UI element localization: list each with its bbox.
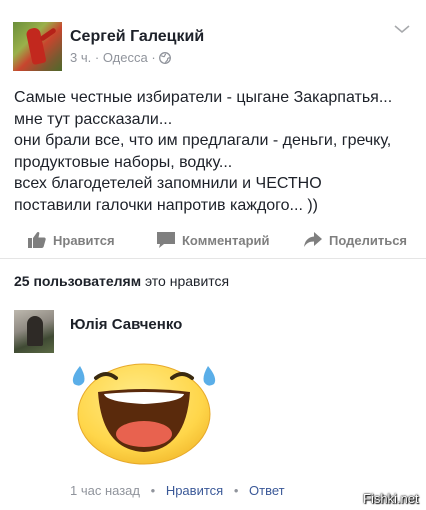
laughing-emoji-sticker [72,363,216,465]
share-arrow-icon [304,232,322,247]
globe-icon [159,52,172,64]
post-meta: 3 ч. · Одесса · [70,50,172,65]
meta-separator-2: · [151,50,156,65]
meta-dot: • [150,483,156,498]
commenter-name[interactable]: Юлія Савченко [70,316,182,333]
post-location[interactable]: Одесса [103,50,148,65]
post-text-line: мне тут рассказали... [14,110,173,128]
post-text-line: продуктовые наборы, водку... [14,153,233,171]
thumbs-up-icon [28,232,46,248]
watermark: Fishki.net [363,491,419,506]
post-header: Сергей Галецкий 3 ч. · Одесса · [0,0,426,80]
post-text-line: поставили галочки напротив каждого... )) [14,196,318,214]
likes-count: 25 пользователям [14,273,142,289]
comment-meta: 1 час назад • Нравится • Ответ [70,483,285,498]
meta-dot-2: • [233,483,239,498]
comment-bubble-icon [157,232,175,248]
post-text-line: всех благодетелей запомнили и ЧЕСТНО [14,175,322,193]
author-avatar[interactable] [13,22,62,71]
post-text: Самые честные избиратели - цыгане Закарп… [14,87,418,217]
comment-reply-link[interactable]: Ответ [249,483,285,498]
comment-like-link[interactable]: Нравится [166,483,223,498]
comment-time[interactable]: 1 час назад [70,483,140,498]
meta-separator: · [94,50,100,65]
share-button[interactable]: Поделиться [303,230,407,250]
like-button[interactable]: Нравится [27,230,115,250]
share-label: Поделиться [329,232,408,248]
post-time[interactable]: 3 ч. [70,50,91,65]
chevron-down-icon[interactable] [393,22,411,36]
divider [0,258,426,259]
comment-button[interactable]: Комментарий [156,230,270,250]
comment-label: Комментарий [182,232,270,248]
author-name[interactable]: Сергей Галецкий [70,28,204,46]
post-text-line: Самые честные избиратели - цыгане Закарп… [14,89,393,106]
likes-suffix: это нравится [144,273,230,289]
commenter-avatar[interactable] [14,310,54,353]
post-actions: Нравится Комментарий Поделиться [0,224,426,256]
likes-summary[interactable]: 25 пользователям это нравится [14,273,229,289]
like-label: Нравится [53,232,115,248]
post-text-line: они брали все, что им предлагали - деньг… [14,132,392,150]
